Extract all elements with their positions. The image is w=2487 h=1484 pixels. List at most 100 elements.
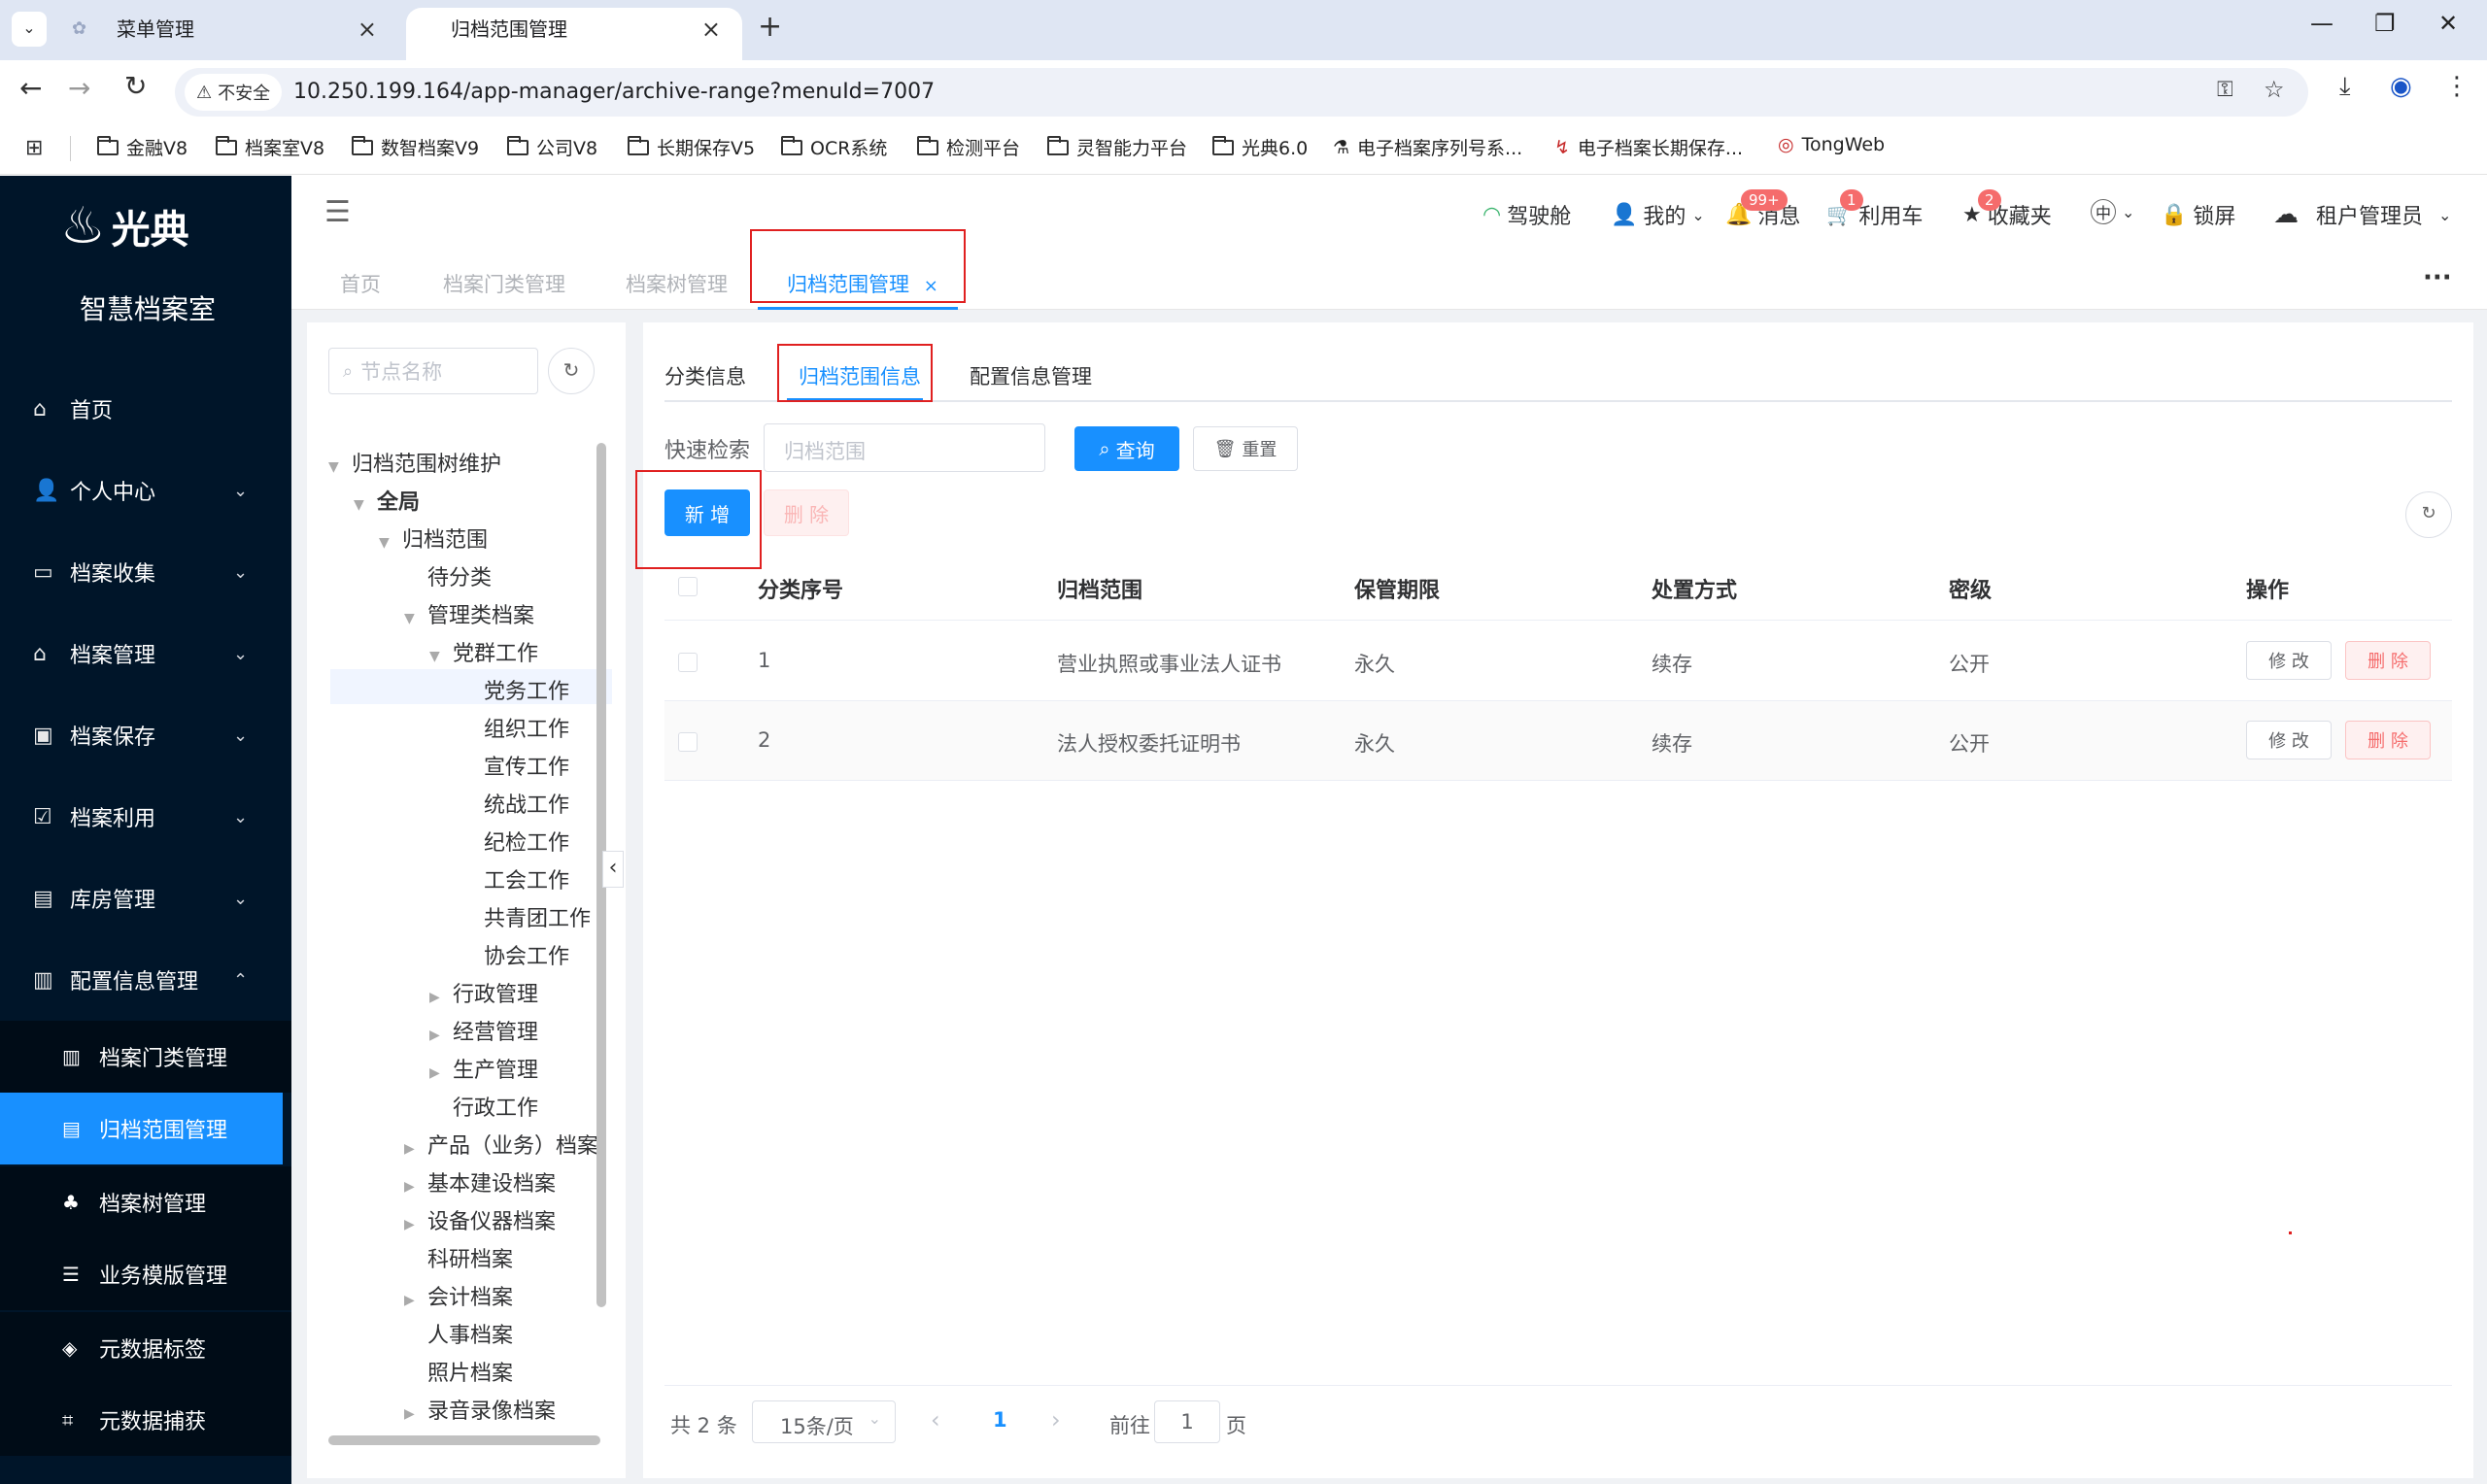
- close-tab-icon[interactable]: ×: [358, 8, 377, 51]
- reload-icon[interactable]: ↻: [124, 70, 147, 102]
- header-cockpit[interactable]: ◠ 驾驶舱: [1482, 199, 1571, 230]
- sidebar-item-warehouse[interactable]: ▤ 库房管理 ⌄: [0, 858, 291, 939]
- bookmark-item[interactable]: 档案室V8: [216, 134, 324, 160]
- tree-node[interactable]: ▶ 会计档案: [404, 1280, 513, 1311]
- caret-right-icon[interactable]: ▶: [429, 1028, 453, 1043]
- bookmark-item[interactable]: 检测平台: [917, 134, 1020, 160]
- header-user[interactable]: ☁ 租户管理员 ⌄: [2273, 199, 2451, 230]
- bookmark-item[interactable]: 数智档案V9: [352, 134, 479, 160]
- close-tab-icon[interactable]: ×: [701, 8, 721, 51]
- reset-button[interactable]: 🗑 重置: [1193, 426, 1298, 471]
- tree-node[interactable]: ▶ 录音录像档案: [404, 1394, 556, 1425]
- tree-node[interactable]: 共青团工作: [460, 901, 591, 932]
- collapse-tree-handle[interactable]: ‹: [602, 851, 624, 888]
- tree-node[interactable]: 组织工作: [460, 712, 569, 743]
- security-chip[interactable]: ⚠ 不安全: [185, 74, 283, 111]
- caret-down-icon[interactable]: ▼: [379, 535, 402, 551]
- table-row[interactable]: [664, 622, 2452, 701]
- bookmark-item[interactable]: 公司V8: [507, 134, 597, 160]
- page-size-select[interactable]: 15条/页 ⌄: [752, 1400, 896, 1443]
- sidebar-subitem-archive-range[interactable]: ▤ 归档范围管理: [0, 1093, 283, 1164]
- new-tab-button[interactable]: +: [758, 10, 782, 44]
- edit-button[interactable]: 修 改: [2246, 641, 2332, 680]
- caret-right-icon[interactable]: ▶: [404, 1179, 427, 1195]
- goto-page-input[interactable]: 1: [1154, 1400, 1220, 1443]
- bookmark-item[interactable]: ⚗ 电子档案序列号系...: [1333, 134, 1522, 160]
- tag-archive-tree[interactable]: 档案树管理: [626, 269, 728, 298]
- sidebar-item-archive-storage[interactable]: ▣ 档案保存 ⌄: [0, 694, 291, 776]
- caret-right-icon[interactable]: ▶: [404, 1293, 427, 1308]
- sidebar-item-personal[interactable]: 👤 个人中心 ⌄: [0, 450, 291, 531]
- sidebar-subitem-metadata-tag[interactable]: ◈ 元数据标签: [0, 1312, 291, 1384]
- sidebar-subitem-metadata-capture[interactable]: ⌗ 元数据捕获: [0, 1384, 291, 1456]
- tab-category-info[interactable]: 分类信息: [664, 361, 746, 390]
- row-checkbox[interactable]: [678, 653, 698, 672]
- bookmark-item[interactable]: 光典6.0: [1212, 134, 1308, 160]
- download-icon[interactable]: ⤓: [2339, 72, 2351, 102]
- sidebar-subitem-template[interactable]: ☰ 业务模版管理: [0, 1238, 291, 1310]
- tree-node[interactable]: ▼ 归档范围: [379, 523, 488, 554]
- tree-node[interactable]: 人事档案: [404, 1318, 513, 1349]
- tree-node[interactable]: ▼ 全局: [354, 485, 420, 516]
- forward-icon[interactable]: →: [68, 72, 90, 104]
- tree-horizontal-scrollbar[interactable]: [328, 1435, 600, 1445]
- caret-right-icon[interactable]: ▶: [429, 1065, 453, 1081]
- tree-node[interactable]: 工会工作: [460, 863, 569, 894]
- bookmark-item[interactable]: 灵智能力平台: [1047, 134, 1187, 160]
- address-bar[interactable]: ⚠ 不安全 10.250.199.164/app-manager/archive…: [175, 68, 2308, 117]
- bookmark-item[interactable]: 金融V8: [97, 134, 187, 160]
- caret-down-icon[interactable]: ▼: [328, 459, 352, 475]
- tree-refresh-button[interactable]: ↻: [548, 348, 595, 394]
- menu-toggle-icon[interactable]: ☰: [324, 195, 351, 229]
- table-row[interactable]: [664, 701, 2452, 781]
- apps-grid-icon[interactable]: ⊞: [25, 136, 43, 160]
- tab-config-info[interactable]: 配置信息管理: [970, 361, 1092, 390]
- header-lock[interactable]: 🔒 锁屏: [2161, 199, 2235, 230]
- tree-node[interactable]: ▶ 基本建设档案: [404, 1166, 556, 1197]
- caret-right-icon[interactable]: ▶: [404, 1217, 427, 1232]
- tag-home[interactable]: 首页: [340, 269, 381, 298]
- tree-node[interactable]: 待分类: [404, 560, 492, 591]
- bookmark-item[interactable]: 长期保存V5: [628, 134, 755, 160]
- sidebar-subitem-category[interactable]: ▥ 档案门类管理: [0, 1021, 291, 1093]
- tree-node[interactable]: ▶ 设备仪器档案: [404, 1204, 556, 1235]
- tree-node[interactable]: 科研档案: [404, 1242, 513, 1273]
- tree-node[interactable]: 宣传工作: [460, 750, 569, 781]
- caret-right-icon[interactable]: ▶: [404, 1406, 427, 1422]
- tree-node[interactable]: 统战工作: [460, 788, 569, 819]
- tree-node[interactable]: 行政工作: [429, 1091, 538, 1122]
- tree-node[interactable]: ▶ 经营管理: [429, 1015, 538, 1046]
- tree-node[interactable]: 协会工作: [460, 939, 569, 970]
- header-language[interactable]: 中 ⌄: [2091, 199, 2134, 224]
- url-text[interactable]: 10.250.199.164/app-manager/archive-range…: [293, 80, 935, 104]
- restore-icon[interactable]: ❐: [2374, 10, 2396, 37]
- tree-node[interactable]: 纪检工作: [460, 826, 569, 857]
- tree-search-input[interactable]: ⌕ 节点名称: [328, 348, 538, 394]
- sidebar-item-collection[interactable]: ▭ 档案收集 ⌄: [0, 531, 291, 613]
- key-icon[interactable]: ⚿: [2217, 78, 2233, 102]
- caret-right-icon[interactable]: ▶: [429, 990, 453, 1005]
- browser-tab-archive-range[interactable]: 归档范围管理 ×: [406, 8, 742, 60]
- profile-icon[interactable]: ◉: [2390, 72, 2412, 101]
- tree-node[interactable]: 党务工作: [460, 674, 569, 705]
- sidebar-item-config[interactable]: ▥ 配置信息管理 ⌃: [0, 939, 291, 1021]
- tag-category[interactable]: 档案门类管理: [443, 269, 565, 298]
- bookmark-item[interactable]: OCR系统: [781, 134, 887, 160]
- sidebar-item-archive-management[interactable]: ⌂ 档案管理 ⌄: [0, 613, 291, 694]
- more-icon[interactable]: ···: [2423, 263, 2452, 292]
- caret-right-icon[interactable]: ▶: [404, 1141, 427, 1157]
- close-window-icon[interactable]: ✕: [2438, 10, 2458, 37]
- browser-menu-icon[interactable]: ⋮: [2444, 72, 2470, 101]
- page-number-current[interactable]: 1: [993, 1408, 1007, 1432]
- sidebar-item-archive-usage[interactable]: ☑ 档案利用 ⌄: [0, 776, 291, 858]
- minimize-icon[interactable]: —: [2310, 10, 2334, 37]
- tree-node[interactable]: ▶ 行政管理: [429, 977, 538, 1008]
- query-button[interactable]: ⌕ 查询: [1074, 426, 1179, 471]
- browser-tab-menu-management[interactable]: ✿ 菜单管理 ×: [58, 8, 398, 60]
- bookmark-item[interactable]: ◎ TongWeb: [1778, 134, 1885, 155]
- caret-down-icon[interactable]: ▼: [354, 497, 377, 513]
- star-icon[interactable]: ☆: [2264, 76, 2285, 103]
- row-delete-button[interactable]: 删 除: [2345, 721, 2431, 759]
- tree-node[interactable]: ▼ 管理类档案: [404, 598, 534, 629]
- caret-down-icon[interactable]: ▼: [404, 611, 427, 626]
